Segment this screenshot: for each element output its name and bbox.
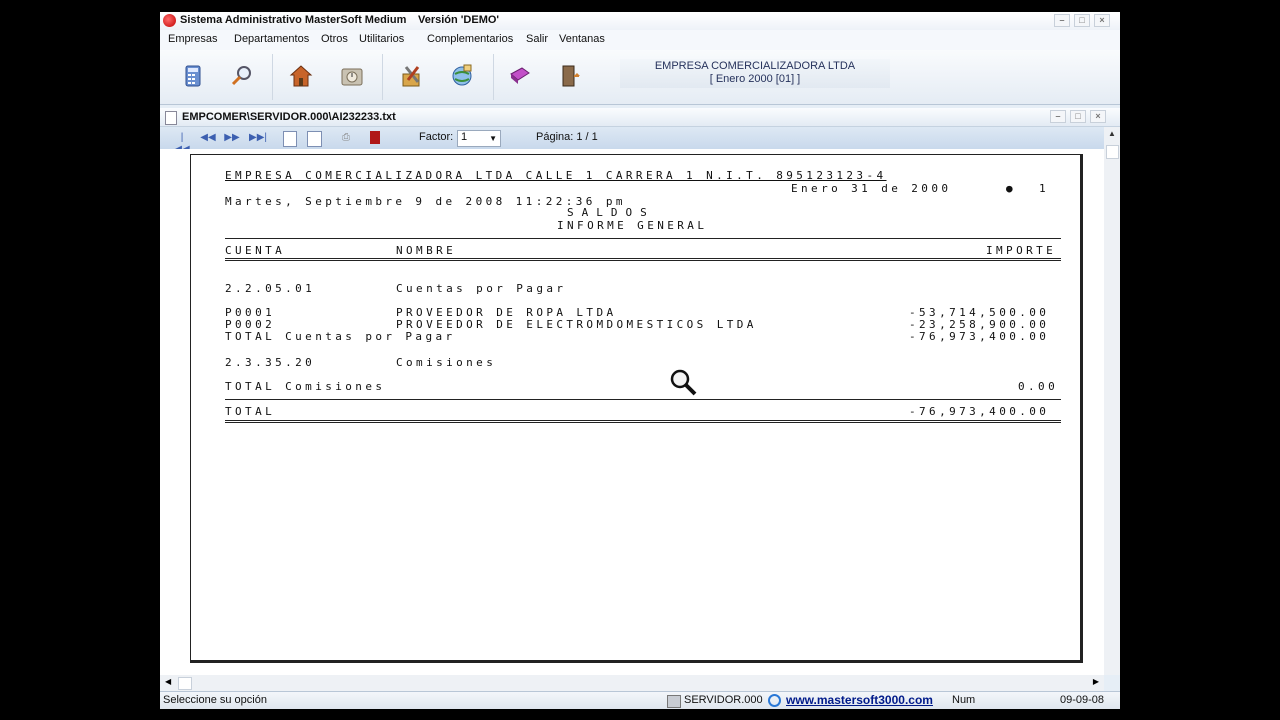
last-page-icon[interactable]: ▶▶| [249,132,267,144]
menu-salir[interactable]: Salir [526,33,548,45]
calendar-button[interactable] [335,59,369,93]
report-timestamp: Martes, Septiembre 9 de 2008 11:22:36 pm [225,195,626,208]
home-icon [289,65,313,87]
next-page-icon[interactable]: ▶▶ [224,132,240,144]
account-name: Cuentas por Pagar [396,282,567,295]
menu-complementarios[interactable]: Complementarios [427,33,513,45]
account-code: 2.3.35.20 [225,356,316,369]
report-header-line: EMPRESA COMERCIALIZADORA LTDA CALLE 1 CA… [225,169,887,182]
document-path: EMPCOMER\SERVIDOR.000\AI232233.txt [182,111,396,123]
account-code: 2.2.05.01 [225,282,316,295]
factor-select[interactable]: 1 ▼ [457,130,501,147]
close-button[interactable]: × [1094,14,1110,27]
report-viewer[interactable]: EMPRESA COMERCIALIZADORA LTDA CALLE 1 CA… [160,149,1104,675]
print-icon[interactable]: ⎙ [338,132,354,144]
page-indicator: Página: 1 / 1 [536,131,598,143]
scroll-left-icon[interactable]: ◀ [165,677,171,686]
chevron-down-icon: ▼ [489,134,497,143]
status-numlock: Num [952,694,976,706]
doc-close-button[interactable]: × [1090,110,1106,123]
factor-value: 1 [461,131,468,143]
status-date: 09-09-08 [1060,694,1105,706]
divider [225,238,1061,239]
globe-icon [452,64,472,86]
scroll-up-icon[interactable]: ▲ [1108,129,1116,138]
divider [225,258,1061,261]
browser-icon [768,694,781,707]
subtotal-label: TOTAL Comisiones [225,380,386,393]
grand-total-amount: -76,973,400.00 [909,405,1050,418]
two-pages-icon[interactable] [307,131,322,147]
subtotal-amount: 0.00 [1018,380,1059,393]
company-panel: EMPRESA COMERCIALIZADORA LTDA [ Enero 20… [620,59,890,88]
app-logo-icon [163,14,176,27]
calculator-icon [185,65,201,87]
horizontal-scrollbar[interactable]: ◀ ▶ [160,675,1104,691]
report-title: SALDOS [567,206,655,219]
tools-icon [402,66,420,87]
scroll-right-icon[interactable]: ▶ [1093,677,1099,686]
menu-empresas[interactable]: Empresas [168,33,218,45]
window-version: Versión 'DEMO' [418,14,500,26]
server-icon [667,695,681,708]
company-name: EMPRESA COMERCIALIZADORA LTDA [654,60,856,72]
single-page-icon[interactable] [283,131,297,147]
report-subtitle: INFORME GENERAL [557,219,708,232]
title-bar: Sistema Administrativo MasterSoft Medium… [160,12,1120,30]
vertical-scrollbar[interactable]: ▲ [1104,127,1120,675]
doc-maximize-button[interactable]: □ [1070,110,1086,123]
menu-utilitarios[interactable]: Utilitarios [359,33,404,45]
exit-preview-icon[interactable] [370,131,380,144]
tools-button[interactable] [395,59,429,93]
window-title: Sistema Administrativo MasterSoft Medium [180,14,407,26]
report-page: EMPRESA COMERCIALIZADORA LTDA CALLE 1 CA… [190,154,1083,663]
exit-button[interactable] [553,59,587,93]
company-period: [ Enero 2000 [01] ] [709,73,801,85]
menu-bar: Empresas Departamentos Otros Utilitarios… [160,30,1120,50]
report-date: Enero 31 de 2000 [791,182,952,195]
scroll-thumb[interactable] [178,677,192,690]
preview-toolbar: |◀◀ ◀◀ ▶▶ ▶▶| ⎙ Factor: 1 ▼ Página: 1 / … [160,127,1104,155]
grand-total-label: TOTAL [225,405,276,418]
menu-ventanas[interactable]: Ventanas [559,33,605,45]
book-icon [510,67,530,84]
application-window: Sistema Administrativo MasterSoft Medium… [160,12,1120,709]
subtotal-label: TOTAL Cuentas por Pagar [225,330,456,343]
toolbar: EMPRESA COMERCIALIZADORA LTDA [ Enero 20… [160,50,1120,105]
column-header-importe: IMPORTE [986,244,1057,257]
calendar-icon [341,68,363,86]
account-name: Comisiones [396,356,497,369]
status-server: SERVIDOR.000 [684,694,763,706]
document-title-bar: EMPCOMER\SERVIDOR.000\AI232233.txt – □ × [160,108,1120,127]
website-link[interactable]: www.mastersoft3000.com [786,693,933,707]
calculator-button[interactable] [176,59,210,93]
search-button[interactable] [225,59,259,93]
text-file-icon [165,111,177,125]
subtotal-amount: -76,973,400.00 [909,330,1050,343]
divider [225,420,1061,423]
menu-otros[interactable]: Otros [321,33,348,45]
scroll-thumb[interactable] [1106,145,1119,159]
status-bar: Seleccione su opción SERVIDOR.000 www.ma… [160,691,1120,709]
globe-button[interactable] [445,59,479,93]
column-header-nombre: NOMBRE [396,244,457,257]
search-key-icon [231,66,251,86]
minimize-button[interactable]: – [1054,14,1070,27]
prev-page-icon[interactable]: ◀◀ [200,132,216,144]
magnifier-cursor-icon [670,369,697,396]
factor-label: Factor: [419,131,454,143]
column-header-cuenta: CUENTA [225,244,286,257]
doc-minimize-button[interactable]: – [1050,110,1066,123]
menu-departamentos[interactable]: Departamentos [234,33,309,45]
first-page-icon[interactable]: |◀◀ [174,132,190,155]
book-button[interactable] [503,59,537,93]
report-page-number: 1 [1039,182,1050,195]
home-button[interactable] [284,59,318,93]
maximize-button[interactable]: □ [1074,14,1090,27]
divider [225,399,1061,400]
exit-door-icon [562,65,580,87]
status-hint: Seleccione su opción [163,694,267,706]
